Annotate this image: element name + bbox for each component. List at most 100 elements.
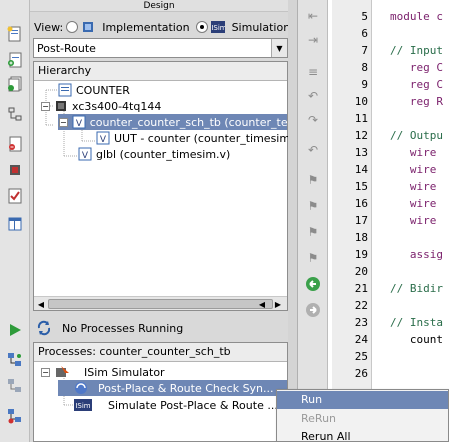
code-line: // Outpu <box>390 129 443 142</box>
svg-text:V: V <box>82 151 89 161</box>
device-chip-icon <box>54 99 68 113</box>
process-properties-icon[interactable] <box>5 406 25 426</box>
line-number: 18 <box>354 231 368 244</box>
tree-item-uut[interactable]: V UUT - counter (counter_timesim. <box>96 130 294 146</box>
process-item-label: Simulate Post-Place & Route ... <box>108 398 278 412</box>
view-label: View: <box>34 20 64 34</box>
line-number: 11 <box>354 112 368 125</box>
run-icon[interactable] <box>5 320 25 340</box>
code-line: module c <box>390 10 443 23</box>
checklist-icon[interactable] <box>5 186 25 206</box>
simulation-radio[interactable] <box>195 21 208 33</box>
tree-item-label: glbl (counter_timesim.v) <box>96 147 231 161</box>
line-number: 24 <box>354 333 368 346</box>
code-line: assig <box>390 248 443 261</box>
svg-text:ISim: ISim <box>211 24 225 32</box>
forward-icon[interactable] <box>303 300 323 320</box>
project-icon <box>58 83 72 97</box>
bookmark-icon[interactable]: ⚑ <box>303 170 323 190</box>
line-number: 23 <box>354 316 368 329</box>
panel-splitter[interactable] <box>288 0 298 442</box>
verilog-file-icon: V <box>78 147 92 161</box>
tree-item-device[interactable]: − xc3s400-4tq144 <box>41 98 161 114</box>
collapse-toggle-icon[interactable]: − <box>41 367 50 377</box>
process-item-simulate[interactable]: ISim Simulate Post-Place & Route ... <box>74 397 278 413</box>
tree-item-testbench[interactable]: − V counter_counter_sch_tb (counter_tes <box>58 114 293 130</box>
chip-properties-icon[interactable] <box>5 160 25 180</box>
dropdown-value: Post-Route <box>37 41 96 55</box>
line-number: 9 <box>361 78 368 91</box>
view-type-dropdown[interactable]: Post-Route ▼ <box>33 38 288 58</box>
scrollbar-thumb[interactable] <box>48 299 273 309</box>
remove-source-icon[interactable] <box>5 134 25 154</box>
code-line: reg R <box>390 95 443 108</box>
tree-item-label: counter_counter_sch_tb (counter_tes <box>89 115 294 129</box>
hierarchy-panel: Hierarchy COUNTER − xc3s400-4tq144 − V c… <box>33 61 294 311</box>
menu-item-rerun-all[interactable]: Rerun All <box>277 428 448 442</box>
line-number: 26 <box>354 367 368 380</box>
line-number: 16 <box>354 197 368 210</box>
implementation-label[interactable]: Implementation <box>102 21 189 34</box>
bookmark-prev-icon[interactable]: ⚑ <box>303 222 323 242</box>
isim-run-icon: ISim <box>74 398 92 412</box>
line-number: 7 <box>361 44 368 57</box>
tree-item-label: xc3s400-4tq144 <box>72 99 162 113</box>
menu-item-rerun[interactable]: ReRun <box>277 410 448 428</box>
editor-toolbar: ⇤ ⇥ ≡ ↶ ↷ ↶ ⚑ ⚑ ⚑ ⚑ <box>298 0 328 442</box>
line-number: 22 <box>354 299 368 312</box>
back-icon[interactable] <box>303 274 323 294</box>
panel-layout-icon[interactable] <box>5 214 25 234</box>
list-icon[interactable]: ≡ <box>303 62 323 82</box>
context-menu: Run ReRun Rerun All <box>276 389 449 442</box>
tree-item-counter[interactable]: COUNTER <box>58 82 130 98</box>
code-line: // Bidir <box>390 282 443 295</box>
add-source-icon[interactable] <box>5 50 25 70</box>
expand-tree-icon[interactable] <box>5 350 25 370</box>
implementation-radio[interactable] <box>66 21 79 33</box>
processes-panel: Processes: counter_counter_sch_tb − ISim… <box>33 342 288 442</box>
outdent-icon[interactable]: ⇥ <box>303 30 323 50</box>
code-editor[interactable]: 5 6 7 8 9 10 11 12 13 14 15 16 17 18 19 … <box>328 0 449 442</box>
process-item-check-syntax[interactable]: Post-Place & Route Check Syn... <box>58 380 287 396</box>
code-line: // Insta <box>390 316 443 329</box>
view-selector: View: Implementation ISim Simulation <box>34 18 290 36</box>
tree-item-glbl[interactable]: V glbl (counter_timesim.v) <box>78 146 230 162</box>
process-status: No Processes Running <box>36 320 183 336</box>
line-number: 6 <box>361 27 368 40</box>
line-number: 10 <box>354 95 368 108</box>
code-line: reg C <box>390 78 443 91</box>
new-source-icon[interactable] <box>5 24 25 44</box>
process-item-isim[interactable]: − ISim Simulator <box>41 364 165 380</box>
indent-icon[interactable]: ⇤ <box>303 6 323 26</box>
chevron-down-icon[interactable]: ▼ <box>271 39 287 57</box>
hierarchy-view-icon[interactable] <box>5 104 25 124</box>
collapse-toggle-icon[interactable]: − <box>41 101 50 111</box>
scroll-right-icon[interactable]: ▶ <box>272 298 284 310</box>
hierarchy-header: Hierarchy <box>34 62 287 81</box>
bookmark-next-icon[interactable]: ⚑ <box>303 196 323 216</box>
collapse-tree-icon[interactable] <box>5 376 25 396</box>
collapse-toggle-icon[interactable]: − <box>59 117 68 127</box>
horizontal-scrollbar[interactable]: ◀ ◀ ▶ <box>34 296 287 310</box>
line-number: 12 <box>354 129 368 142</box>
scroll-left-icon[interactable]: ◀ <box>35 298 47 310</box>
svg-text:ISim: ISim <box>75 402 90 410</box>
design-panel-title: Design <box>30 0 288 12</box>
scroll-left-small-icon[interactable]: ◀ <box>256 298 268 310</box>
implementation-icon <box>81 20 95 34</box>
code-line: // Input <box>390 44 443 57</box>
svg-text:V: V <box>100 135 107 145</box>
check-syntax-icon <box>74 381 88 395</box>
code-line: wire <box>390 214 437 227</box>
comment-icon[interactable]: ↶ <box>303 140 323 160</box>
bookmark-clear-icon[interactable]: ⚑ <box>303 248 323 268</box>
tree-item-label: COUNTER <box>76 83 130 97</box>
processes-header: Processes: counter_counter_sch_tb <box>34 343 287 362</box>
left-toolbar <box>0 0 30 442</box>
add-copy-source-icon[interactable] <box>5 74 25 94</box>
simulation-label[interactable]: Simulation <box>232 21 291 34</box>
undo-icon[interactable]: ↶ <box>303 86 323 106</box>
redo-icon[interactable]: ↷ <box>303 110 323 130</box>
menu-item-run[interactable]: Run <box>277 391 448 409</box>
refresh-icon <box>36 320 50 336</box>
